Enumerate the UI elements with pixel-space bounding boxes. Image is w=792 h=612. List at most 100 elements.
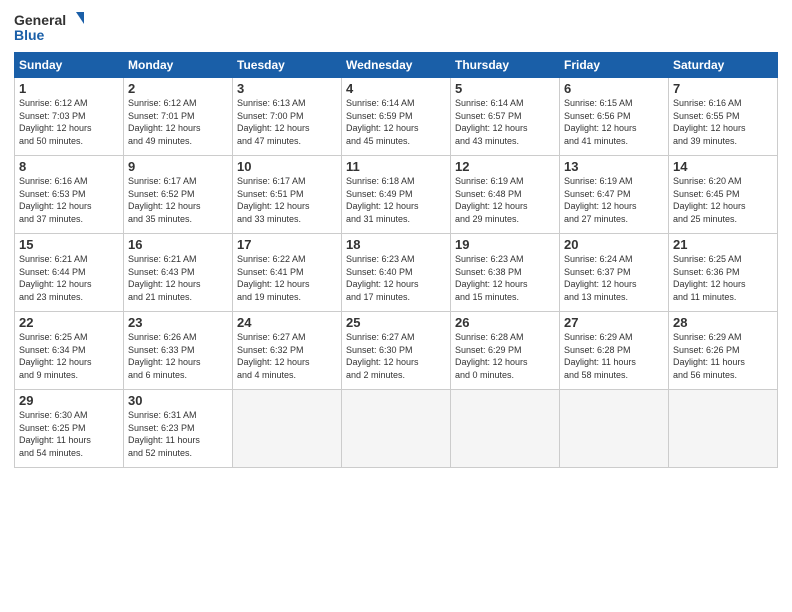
calendar-cell: 21Sunrise: 6:25 AM Sunset: 6:36 PM Dayli… (669, 234, 778, 312)
day-info: Sunrise: 6:27 AM Sunset: 6:32 PM Dayligh… (237, 331, 337, 381)
calendar-cell: 28Sunrise: 6:29 AM Sunset: 6:26 PM Dayli… (669, 312, 778, 390)
calendar-cell (451, 390, 560, 468)
calendar-week-row: 1Sunrise: 6:12 AM Sunset: 7:03 PM Daylig… (15, 78, 778, 156)
calendar-cell: 23Sunrise: 6:26 AM Sunset: 6:33 PM Dayli… (124, 312, 233, 390)
day-number: 10 (237, 159, 337, 174)
calendar-cell: 20Sunrise: 6:24 AM Sunset: 6:37 PM Dayli… (560, 234, 669, 312)
day-info: Sunrise: 6:23 AM Sunset: 6:40 PM Dayligh… (346, 253, 446, 303)
day-number: 9 (128, 159, 228, 174)
day-number: 22 (19, 315, 119, 330)
calendar-cell: 2Sunrise: 6:12 AM Sunset: 7:01 PM Daylig… (124, 78, 233, 156)
calendar-cell: 19Sunrise: 6:23 AM Sunset: 6:38 PM Dayli… (451, 234, 560, 312)
svg-text:General: General (14, 12, 66, 28)
day-number: 19 (455, 237, 555, 252)
calendar-cell: 29Sunrise: 6:30 AM Sunset: 6:25 PM Dayli… (15, 390, 124, 468)
day-number: 27 (564, 315, 664, 330)
calendar-cell (560, 390, 669, 468)
day-number: 6 (564, 81, 664, 96)
calendar-cell: 24Sunrise: 6:27 AM Sunset: 6:32 PM Dayli… (233, 312, 342, 390)
calendar-cell: 26Sunrise: 6:28 AM Sunset: 6:29 PM Dayli… (451, 312, 560, 390)
day-info: Sunrise: 6:17 AM Sunset: 6:51 PM Dayligh… (237, 175, 337, 225)
day-number: 12 (455, 159, 555, 174)
day-info: Sunrise: 6:14 AM Sunset: 6:59 PM Dayligh… (346, 97, 446, 147)
day-number: 29 (19, 393, 119, 408)
day-number: 15 (19, 237, 119, 252)
calendar-cell: 10Sunrise: 6:17 AM Sunset: 6:51 PM Dayli… (233, 156, 342, 234)
calendar-cell: 18Sunrise: 6:23 AM Sunset: 6:40 PM Dayli… (342, 234, 451, 312)
day-number: 14 (673, 159, 773, 174)
day-number: 23 (128, 315, 228, 330)
weekday-header-monday: Monday (124, 53, 233, 78)
day-number: 26 (455, 315, 555, 330)
day-info: Sunrise: 6:24 AM Sunset: 6:37 PM Dayligh… (564, 253, 664, 303)
day-number: 7 (673, 81, 773, 96)
day-number: 21 (673, 237, 773, 252)
day-info: Sunrise: 6:12 AM Sunset: 7:01 PM Dayligh… (128, 97, 228, 147)
svg-text:Blue: Blue (14, 27, 45, 43)
day-number: 2 (128, 81, 228, 96)
day-info: Sunrise: 6:29 AM Sunset: 6:26 PM Dayligh… (673, 331, 773, 381)
day-info: Sunrise: 6:19 AM Sunset: 6:48 PM Dayligh… (455, 175, 555, 225)
day-info: Sunrise: 6:27 AM Sunset: 6:30 PM Dayligh… (346, 331, 446, 381)
calendar-cell: 16Sunrise: 6:21 AM Sunset: 6:43 PM Dayli… (124, 234, 233, 312)
day-info: Sunrise: 6:25 AM Sunset: 6:36 PM Dayligh… (673, 253, 773, 303)
day-info: Sunrise: 6:16 AM Sunset: 6:53 PM Dayligh… (19, 175, 119, 225)
calendar-cell: 9Sunrise: 6:17 AM Sunset: 6:52 PM Daylig… (124, 156, 233, 234)
day-info: Sunrise: 6:28 AM Sunset: 6:29 PM Dayligh… (455, 331, 555, 381)
calendar-cell: 3Sunrise: 6:13 AM Sunset: 7:00 PM Daylig… (233, 78, 342, 156)
calendar-cell: 22Sunrise: 6:25 AM Sunset: 6:34 PM Dayli… (15, 312, 124, 390)
calendar-cell: 14Sunrise: 6:20 AM Sunset: 6:45 PM Dayli… (669, 156, 778, 234)
day-number: 3 (237, 81, 337, 96)
calendar-cell: 4Sunrise: 6:14 AM Sunset: 6:59 PM Daylig… (342, 78, 451, 156)
day-info: Sunrise: 6:30 AM Sunset: 6:25 PM Dayligh… (19, 409, 119, 459)
calendar-cell: 5Sunrise: 6:14 AM Sunset: 6:57 PM Daylig… (451, 78, 560, 156)
calendar-cell: 25Sunrise: 6:27 AM Sunset: 6:30 PM Dayli… (342, 312, 451, 390)
day-info: Sunrise: 6:14 AM Sunset: 6:57 PM Dayligh… (455, 97, 555, 147)
calendar-cell: 12Sunrise: 6:19 AM Sunset: 6:48 PM Dayli… (451, 156, 560, 234)
weekday-header-wednesday: Wednesday (342, 53, 451, 78)
day-info: Sunrise: 6:20 AM Sunset: 6:45 PM Dayligh… (673, 175, 773, 225)
calendar-cell (669, 390, 778, 468)
calendar-week-row: 15Sunrise: 6:21 AM Sunset: 6:44 PM Dayli… (15, 234, 778, 312)
calendar-cell: 30Sunrise: 6:31 AM Sunset: 6:23 PM Dayli… (124, 390, 233, 468)
calendar-cell (233, 390, 342, 468)
day-number: 30 (128, 393, 228, 408)
logo-icon: General Blue (14, 10, 84, 46)
day-number: 13 (564, 159, 664, 174)
calendar-table: SundayMondayTuesdayWednesdayThursdayFrid… (14, 52, 778, 468)
day-info: Sunrise: 6:18 AM Sunset: 6:49 PM Dayligh… (346, 175, 446, 225)
day-info: Sunrise: 6:31 AM Sunset: 6:23 PM Dayligh… (128, 409, 228, 459)
day-info: Sunrise: 6:21 AM Sunset: 6:43 PM Dayligh… (128, 253, 228, 303)
day-info: Sunrise: 6:12 AM Sunset: 7:03 PM Dayligh… (19, 97, 119, 147)
day-number: 5 (455, 81, 555, 96)
page-container: General Blue SundayMondayTuesdayWednesda… (0, 0, 792, 478)
day-info: Sunrise: 6:29 AM Sunset: 6:28 PM Dayligh… (564, 331, 664, 381)
day-info: Sunrise: 6:16 AM Sunset: 6:55 PM Dayligh… (673, 97, 773, 147)
day-info: Sunrise: 6:25 AM Sunset: 6:34 PM Dayligh… (19, 331, 119, 381)
day-number: 11 (346, 159, 446, 174)
calendar-week-row: 8Sunrise: 6:16 AM Sunset: 6:53 PM Daylig… (15, 156, 778, 234)
calendar-cell: 13Sunrise: 6:19 AM Sunset: 6:47 PM Dayli… (560, 156, 669, 234)
calendar-cell (342, 390, 451, 468)
weekday-header-thursday: Thursday (451, 53, 560, 78)
day-number: 20 (564, 237, 664, 252)
calendar-cell: 15Sunrise: 6:21 AM Sunset: 6:44 PM Dayli… (15, 234, 124, 312)
day-number: 1 (19, 81, 119, 96)
calendar-cell: 6Sunrise: 6:15 AM Sunset: 6:56 PM Daylig… (560, 78, 669, 156)
day-number: 17 (237, 237, 337, 252)
header: General Blue (14, 10, 778, 46)
day-number: 24 (237, 315, 337, 330)
day-info: Sunrise: 6:15 AM Sunset: 6:56 PM Dayligh… (564, 97, 664, 147)
day-number: 8 (19, 159, 119, 174)
day-number: 16 (128, 237, 228, 252)
calendar-cell: 27Sunrise: 6:29 AM Sunset: 6:28 PM Dayli… (560, 312, 669, 390)
weekday-header-tuesday: Tuesday (233, 53, 342, 78)
day-number: 18 (346, 237, 446, 252)
day-info: Sunrise: 6:13 AM Sunset: 7:00 PM Dayligh… (237, 97, 337, 147)
day-info: Sunrise: 6:23 AM Sunset: 6:38 PM Dayligh… (455, 253, 555, 303)
weekday-header-row: SundayMondayTuesdayWednesdayThursdayFrid… (15, 53, 778, 78)
calendar-cell: 8Sunrise: 6:16 AM Sunset: 6:53 PM Daylig… (15, 156, 124, 234)
weekday-header-saturday: Saturday (669, 53, 778, 78)
calendar-cell: 7Sunrise: 6:16 AM Sunset: 6:55 PM Daylig… (669, 78, 778, 156)
calendar-week-row: 22Sunrise: 6:25 AM Sunset: 6:34 PM Dayli… (15, 312, 778, 390)
